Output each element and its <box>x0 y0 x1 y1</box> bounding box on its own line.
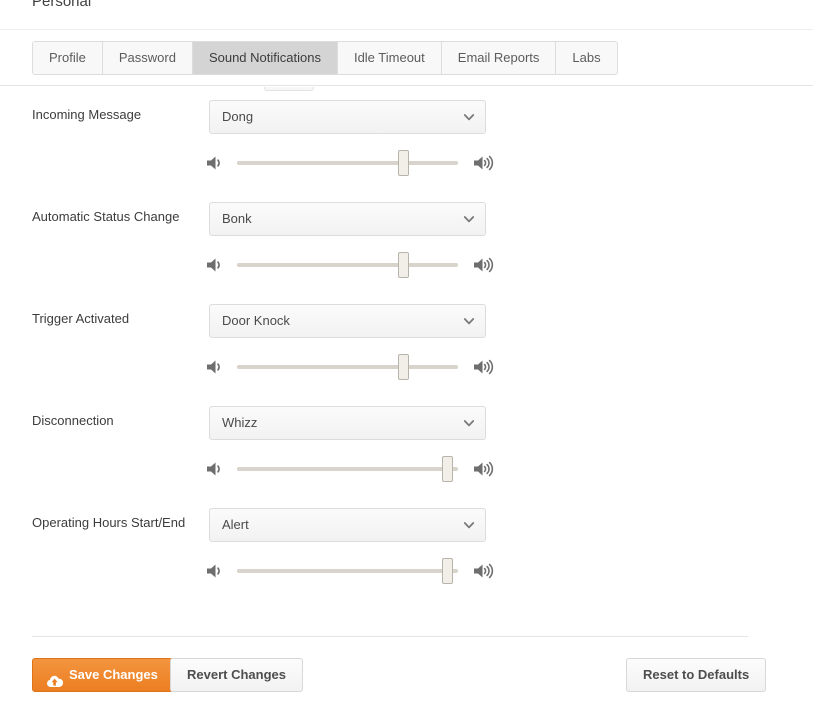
sound-row-label: Operating Hours Start/End <box>32 515 186 530</box>
sound-select-value: Whizz <box>222 415 258 430</box>
speaker-high-icon[interactable] <box>473 561 495 581</box>
volume-slider[interactable] <box>237 145 458 181</box>
chevron-down-icon <box>463 213 475 225</box>
sound-select-incoming-message[interactable]: Dong <box>209 100 486 134</box>
footer-divider <box>32 636 748 637</box>
sound-select-automatic-status-change[interactable]: Bonk <box>209 202 486 236</box>
sound-select-value: Bonk <box>222 211 252 226</box>
chevron-down-icon <box>463 519 475 531</box>
volume-slider[interactable] <box>237 349 458 385</box>
volume-slider-thumb[interactable] <box>397 252 409 278</box>
tab-profile[interactable]: Profile <box>33 42 103 74</box>
volume-control-operating-hours-start-end <box>205 553 495 593</box>
volume-slider-track[interactable] <box>237 263 458 267</box>
sound-row-trigger-activated: Trigger Activated Door Knock <box>0 291 813 393</box>
cloud-upload-icon <box>46 668 64 687</box>
sound-row-disconnection: Disconnection Whizz <box>0 393 813 495</box>
volume-slider[interactable] <box>237 247 458 283</box>
sound-row-label: Trigger Activated <box>32 311 130 326</box>
speaker-high-icon[interactable] <box>473 357 495 377</box>
sound-select-trigger-activated[interactable]: Door Knock <box>209 304 486 338</box>
tab-password[interactable]: Password <box>102 42 193 74</box>
reset-to-defaults-button[interactable]: Reset to Defaults <box>626 658 767 692</box>
revert-changes-button[interactable]: Revert Changes <box>170 658 303 692</box>
sound-select-value: Door Knock <box>222 313 290 328</box>
volume-slider-track[interactable] <box>237 365 458 369</box>
sound-row-operating-hours-start-end: Operating Hours Start/End Alert <box>0 495 813 597</box>
sound-row-automatic-status-change: Automatic Status Change Bonk <box>0 189 813 291</box>
tab-sound-notifications[interactable]: Sound Notifications <box>192 42 338 74</box>
chevron-down-icon <box>463 111 475 123</box>
volume-control-incoming-message <box>205 145 495 185</box>
sound-notifications-panel: Incoming Message Dong Automatic Status Cha… <box>0 87 813 703</box>
speaker-low-icon[interactable] <box>205 561 227 581</box>
speaker-low-icon[interactable] <box>205 357 227 377</box>
chevron-down-icon <box>463 315 475 327</box>
save-changes-label: Save Changes <box>69 667 158 682</box>
tabbar-container: Profile Password Sound Notifications Idle T… <box>0 31 813 86</box>
sound-select-disconnection[interactable]: Whizz <box>209 406 486 440</box>
volume-slider[interactable] <box>237 553 458 589</box>
speaker-low-icon[interactable] <box>205 459 227 479</box>
tab-labs[interactable]: Labs <box>556 42 617 74</box>
tab-idle-timeout[interactable]: Idle Timeout <box>337 42 442 74</box>
save-changes-button[interactable]: Save Changes <box>32 658 173 692</box>
chevron-down-icon <box>463 417 475 429</box>
speaker-high-icon[interactable] <box>473 255 495 275</box>
sound-row-label: Incoming Message <box>32 107 142 122</box>
sound-row-label: Disconnection <box>32 413 114 428</box>
volume-slider-track[interactable] <box>237 161 458 165</box>
volume-control-trigger-activated <box>205 349 495 389</box>
sound-select-operating-hours-start-end[interactable]: Alert <box>209 508 486 542</box>
sound-select-value: Dong <box>222 109 254 124</box>
speaker-low-icon[interactable] <box>205 153 227 173</box>
settings-tabbar: Profile Password Sound Notifications Idle T… <box>32 41 618 75</box>
sound-row-incoming-message: Incoming Message Dong <box>0 87 813 189</box>
footer-actions: Save Changes Revert Changes Reset to Def… <box>0 655 813 703</box>
volume-slider-track[interactable] <box>237 569 458 573</box>
volume-slider-thumb[interactable] <box>397 354 409 380</box>
page-header: Personal <box>0 0 813 30</box>
volume-slider-thumb[interactable] <box>441 558 453 584</box>
volume-control-automatic-status-change <box>205 247 495 287</box>
sound-select-value: Alert <box>222 517 249 532</box>
volume-control-disconnection <box>205 451 495 491</box>
volume-slider-thumb[interactable] <box>397 150 409 176</box>
speaker-low-icon[interactable] <box>205 255 227 275</box>
sound-row-label: Automatic Status Change <box>32 209 180 224</box>
tab-email-reports[interactable]: Email Reports <box>441 42 557 74</box>
page-title: Personal <box>32 0 92 10</box>
speaker-high-icon[interactable] <box>473 459 495 479</box>
speaker-high-icon[interactable] <box>473 153 495 173</box>
volume-slider-thumb[interactable] <box>441 456 453 482</box>
volume-slider[interactable] <box>237 451 458 487</box>
volume-slider-track[interactable] <box>237 467 458 471</box>
